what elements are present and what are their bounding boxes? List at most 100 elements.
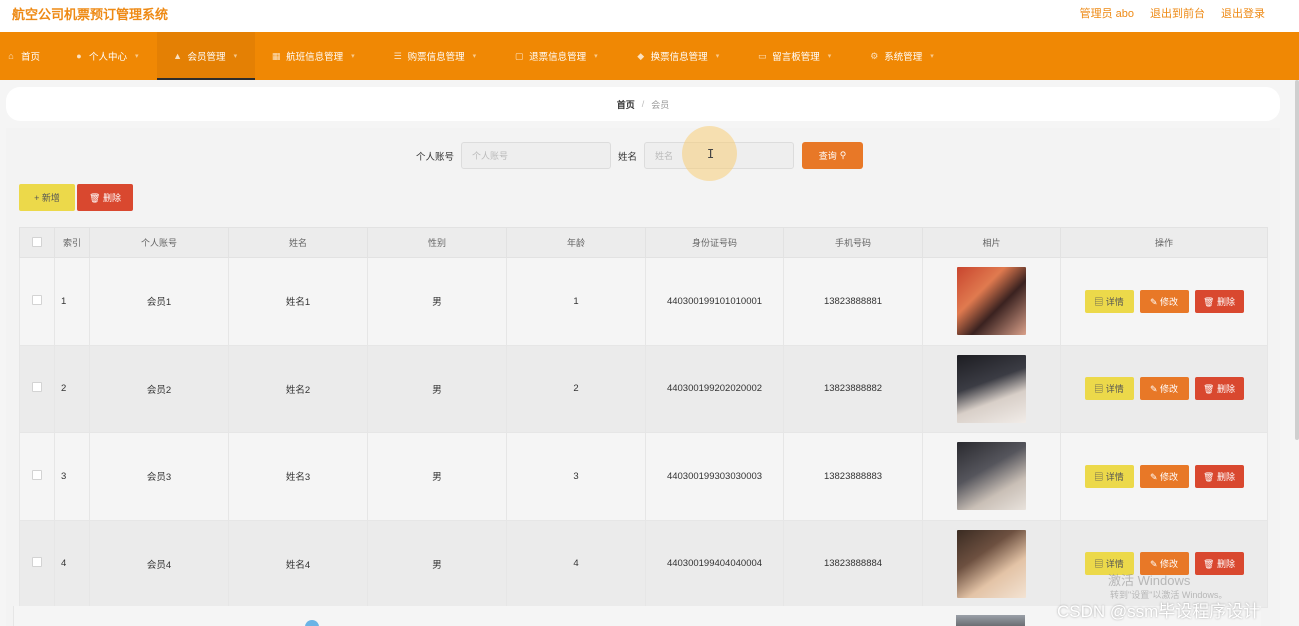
cell-account: 会员4 bbox=[89, 519, 229, 608]
admin-user-link[interactable]: 管理员 abo bbox=[1080, 5, 1134, 21]
row-checkbox-cell[interactable] bbox=[19, 432, 55, 521]
text-cursor-icon: I bbox=[707, 147, 715, 161]
cell-photo bbox=[922, 519, 1061, 608]
nav-item-2[interactable]: ▲ 会员管理 ▾ bbox=[156, 32, 256, 80]
nav-item-3[interactable]: ▦ 航班信息管理 ▾ bbox=[255, 32, 373, 80]
header-age: 年龄 bbox=[506, 227, 646, 258]
breadcrumb-home[interactable]: 首页 bbox=[617, 98, 635, 111]
chevron-down-icon: ▾ bbox=[715, 53, 720, 60]
row-checkbox-cell[interactable] bbox=[19, 344, 55, 433]
search-bar: 个人账号 姓名 查询 ⚲ bbox=[416, 142, 864, 169]
cell-operations: ▤ 详情 ✎ 修改 🗑 删除 bbox=[1060, 432, 1268, 521]
chevron-down-icon: ▾ bbox=[594, 53, 598, 60]
app-title: 航空公司机票预订管理系统 bbox=[12, 7, 169, 22]
header-gender: 性别 bbox=[367, 227, 507, 258]
cell-gender: 男 bbox=[367, 257, 507, 346]
member-photo[interactable] bbox=[957, 267, 1026, 336]
header-id-number: 身份证号码 bbox=[645, 227, 784, 258]
chevron-down-icon: ▾ bbox=[351, 53, 355, 60]
chevron-down-icon: ▾ bbox=[930, 53, 934, 60]
cell-name: 姓名3 bbox=[228, 432, 368, 521]
delete-button[interactable]: 🗑 删除 bbox=[1194, 377, 1244, 401]
chevron-down-icon: ▾ bbox=[827, 53, 832, 60]
header-account: 个人账号 bbox=[89, 227, 229, 258]
doc-icon: ▢ bbox=[514, 51, 524, 61]
cell-gender: 男 bbox=[367, 344, 507, 433]
page-scrollbar[interactable] bbox=[1295, 80, 1299, 440]
account-search-label: 个人账号 bbox=[416, 151, 455, 163]
pin-icon: ◆ bbox=[637, 51, 645, 61]
cell-id-number: 440300199101010001 bbox=[645, 257, 784, 346]
chevron-down-icon: ▾ bbox=[233, 53, 238, 60]
header-photo: 相片 bbox=[922, 227, 1061, 258]
add-button[interactable]: + 新增 bbox=[19, 184, 75, 211]
nav-item-6[interactable]: ◆ 换票信息管理 ▾ bbox=[616, 32, 738, 80]
cell-index: 1 bbox=[54, 257, 90, 346]
delete-button[interactable]: 🗑 删除 bbox=[1194, 552, 1244, 576]
list-icon: ☰ bbox=[393, 51, 402, 61]
edit-button[interactable]: ✎ 修改 bbox=[1139, 289, 1189, 313]
cell-name: 姓名2 bbox=[228, 344, 368, 433]
grid-icon: ▦ bbox=[271, 51, 281, 61]
message-icon: ▭ bbox=[757, 51, 767, 61]
breadcrumb: 首页 / 会员 bbox=[6, 87, 1280, 121]
top-bar: 航空公司机票预订管理系统 管理员 abo 退出到前台 退出登录 bbox=[0, 0, 1299, 32]
account-search-input[interactable] bbox=[461, 142, 612, 169]
logout-link[interactable]: 退出登录 bbox=[1221, 5, 1265, 21]
detail-button[interactable]: ▤ 详情 bbox=[1084, 464, 1134, 488]
nav-item-4[interactable]: ☰ 购票信息管理 ▾ bbox=[373, 32, 495, 80]
member-photo[interactable] bbox=[957, 354, 1026, 423]
member-photo[interactable] bbox=[957, 442, 1026, 511]
delete-button[interactable]: 🗑 删除 bbox=[1194, 289, 1244, 313]
select-all-checkbox[interactable] bbox=[32, 236, 42, 247]
member-icon: ▲ bbox=[173, 51, 182, 61]
row-checkbox-cell[interactable] bbox=[19, 257, 55, 346]
exit-to-front-link[interactable]: 退出到前台 bbox=[1150, 5, 1205, 21]
edit-button[interactable]: ✎ 修改 bbox=[1139, 464, 1189, 488]
table-row: 3 会员3 姓名3 男 3 440300199303030003 13823888883 ▤ … bbox=[19, 432, 1268, 521]
batch-delete-button[interactable]: 🗑 删除 bbox=[77, 184, 133, 211]
nav-item-label: 换票信息管理 bbox=[650, 52, 708, 63]
cell-id-number: 440300199404040004 bbox=[645, 519, 784, 608]
csdn-watermark: CSDN @ssm毕设程序设计 bbox=[1057, 602, 1261, 621]
edit-button[interactable]: ✎ 修改 bbox=[1139, 377, 1189, 401]
nav-item-label: 购票信息管理 bbox=[407, 52, 465, 63]
windows-activation-watermark: 激活 Windows bbox=[1108, 573, 1191, 588]
nav-item-8[interactable]: ⚙ 系统管理 ▾ bbox=[849, 32, 952, 80]
nav-item-0[interactable]: ⌂ 首页 bbox=[0, 32, 58, 80]
search-icon: ⚲ bbox=[839, 150, 847, 160]
nav-item-1[interactable]: ● 个人中心 ▾ bbox=[58, 32, 157, 80]
nav-item-label: 系统管理 bbox=[884, 52, 923, 63]
cell-operations: ▤ 详情 ✎ 修改 🗑 删除 bbox=[1060, 344, 1268, 433]
detail-button[interactable]: ▤ 详情 bbox=[1084, 377, 1134, 401]
nav-item-7[interactable]: ▭ 留言板管理 ▾ bbox=[737, 32, 849, 80]
row-checkbox[interactable] bbox=[32, 382, 42, 393]
cell-photo bbox=[922, 257, 1061, 346]
detail-button[interactable]: ▤ 详情 bbox=[1084, 289, 1134, 313]
query-button[interactable]: 查询 ⚲ bbox=[802, 142, 864, 169]
cell-index: 3 bbox=[54, 432, 90, 521]
header-name: 姓名 bbox=[228, 227, 368, 258]
cell-name: 姓名4 bbox=[228, 519, 368, 608]
cell-id-number: 440300199303030003 bbox=[645, 432, 784, 521]
member-photo[interactable] bbox=[957, 529, 1026, 598]
cell-photo bbox=[922, 344, 1061, 433]
row-checkbox[interactable] bbox=[32, 469, 42, 480]
cell-account: 会员3 bbox=[89, 432, 229, 521]
row-checkbox-cell[interactable] bbox=[19, 519, 55, 608]
cell-age: 2 bbox=[506, 344, 646, 433]
nav-item-5[interactable]: ▢ 退票信息管理 ▾ bbox=[494, 32, 616, 80]
select-all-checkbox-cell[interactable] bbox=[19, 227, 55, 258]
row-checkbox[interactable] bbox=[32, 557, 42, 568]
cell-account: 会员1 bbox=[89, 257, 229, 346]
cell-phone: 13823888881 bbox=[783, 257, 923, 346]
table-header-row: 索引 个人账号 姓名 性别 年龄 身份证号码 手机号码 相片 操作 bbox=[19, 227, 1268, 258]
table-row: 4 会员4 姓名4 男 4 440300199404040004 13823888884 ▤ … bbox=[19, 519, 1268, 608]
delete-button[interactable]: 🗑 删除 bbox=[1194, 464, 1244, 488]
cell-index: 2 bbox=[54, 344, 90, 433]
header-phone: 手机号码 bbox=[783, 227, 923, 258]
content-panel: 个人账号 姓名 查询 ⚲ + 新增 🗑 删除 索引 个人账号 姓名 性别 bbox=[6, 128, 1280, 626]
name-search-label: 姓名 bbox=[618, 151, 638, 163]
cell-gender: 男 bbox=[367, 519, 507, 608]
row-checkbox[interactable] bbox=[32, 294, 42, 305]
